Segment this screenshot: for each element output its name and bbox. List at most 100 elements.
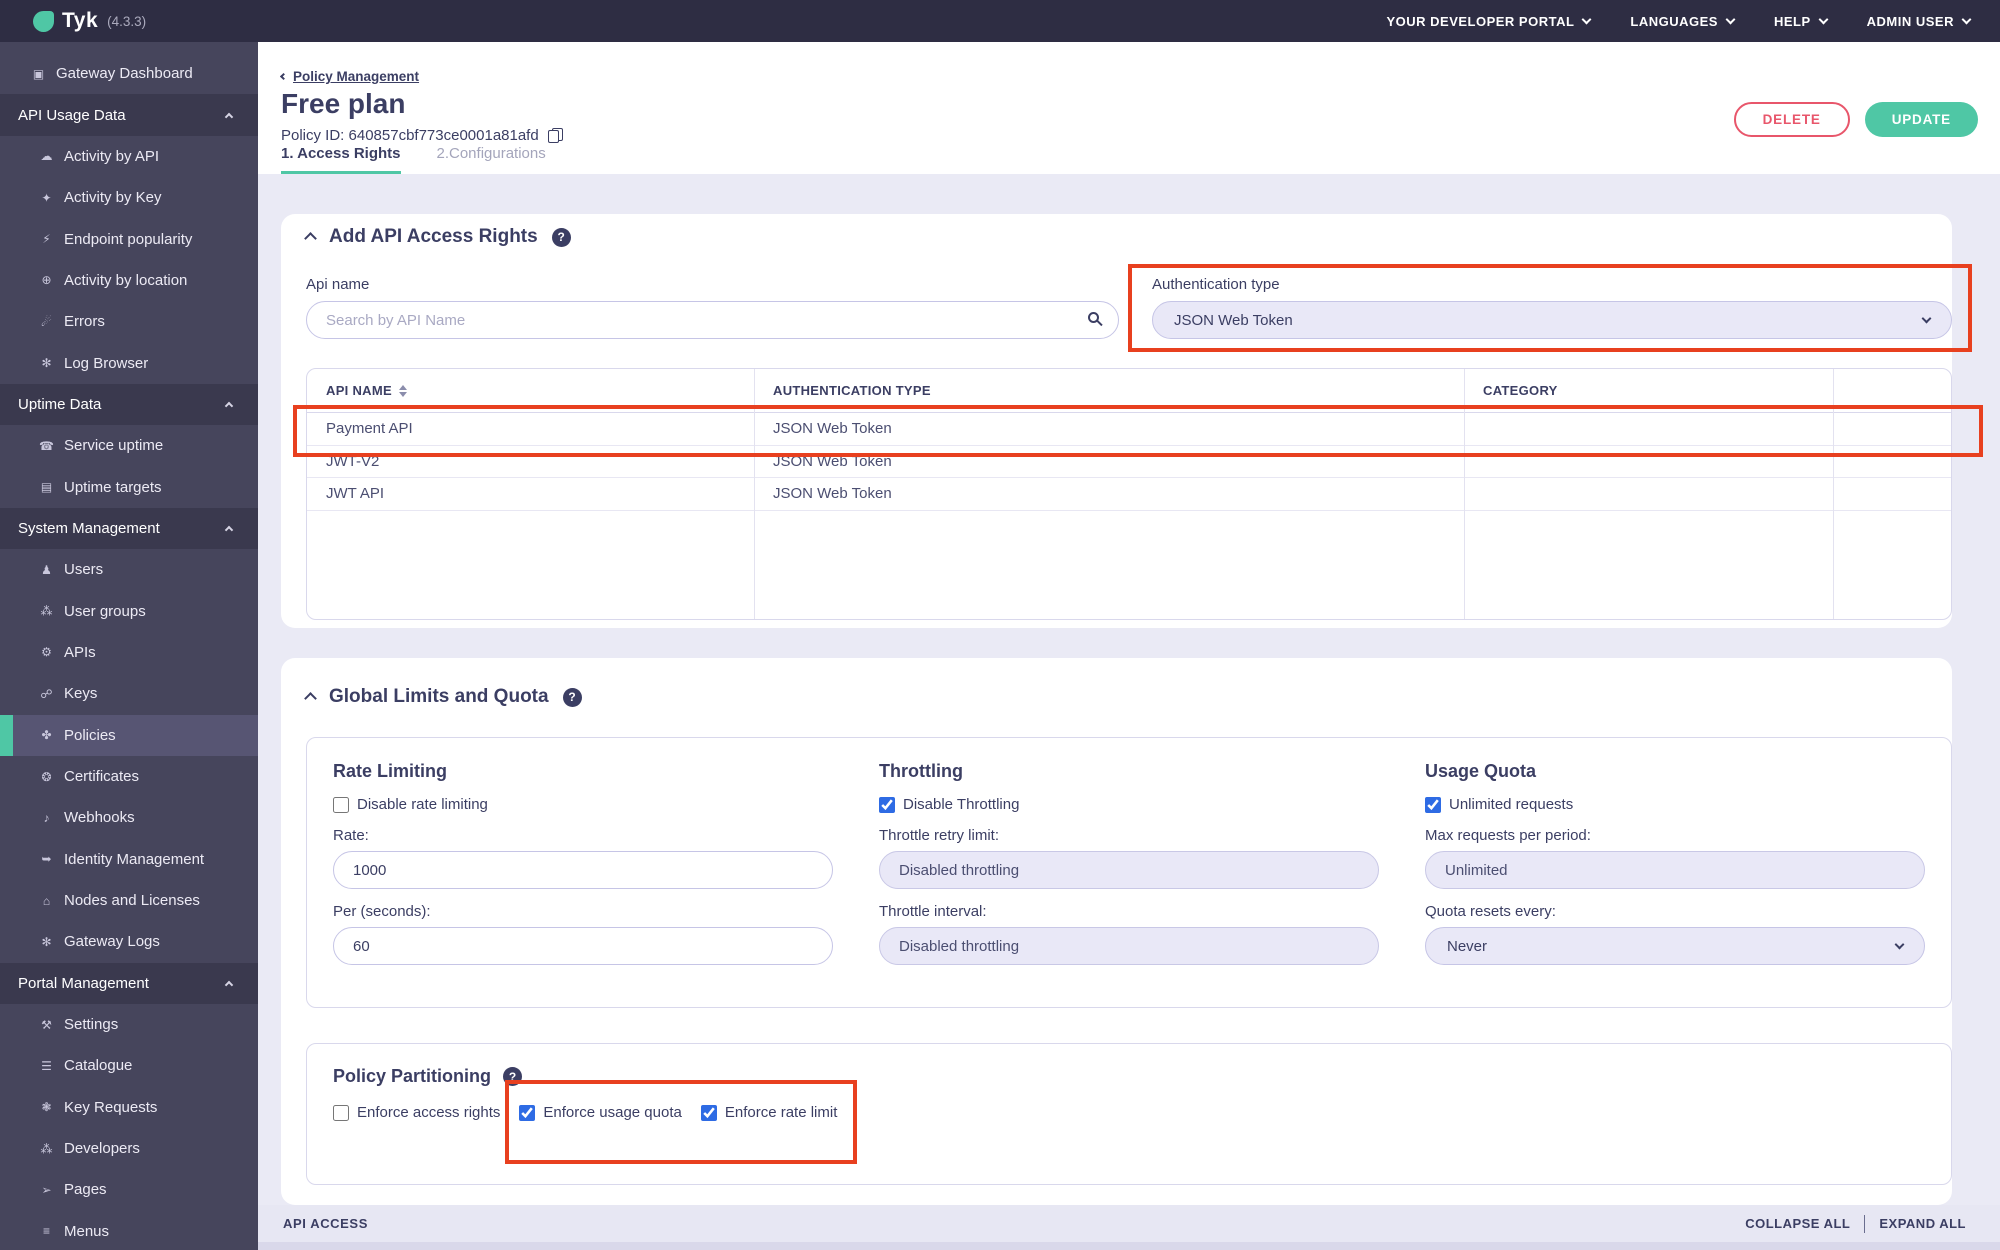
- sidebar-item-endpoint-popularity[interactable]: ⚡ Endpoint popularity: [0, 218, 258, 259]
- api-search: [306, 301, 1119, 339]
- sidebar-item-label: Webhooks: [64, 809, 135, 827]
- rate-input[interactable]: [333, 851, 833, 889]
- menu-label: LANGUAGES: [1630, 13, 1718, 29]
- identity-icon: ➥: [41, 852, 52, 867]
- sidebar-item-label: Service uptime: [64, 437, 164, 455]
- badge-icon: ✤: [41, 728, 52, 743]
- header-menu-admin-user[interactable]: ADMIN USER: [1867, 14, 1972, 29]
- sidebar-item-menus[interactable]: ≡ Menus: [0, 1211, 258, 1250]
- chevron-down-icon: [1818, 14, 1829, 25]
- partition-checkboxes: Enforce access rights Enforce usage quota…: [333, 1104, 1951, 1121]
- table-header: API NAME AUTHENTICATION TYPE CATEGORY: [307, 369, 1951, 413]
- api-search-input[interactable]: [306, 301, 1119, 339]
- checkbox-label: Enforce access rights: [357, 1104, 501, 1121]
- rate-label: Rate:: [333, 827, 369, 844]
- sidebar-item-gateway-logs[interactable]: ✻ Gateway Logs: [0, 921, 258, 962]
- copy-icon[interactable]: [547, 128, 563, 143]
- search-icon[interactable]: [1088, 312, 1099, 323]
- sidebar-item-label: Activity by location: [64, 271, 188, 289]
- sidebar-item-label: Gateway Dashboard: [56, 65, 193, 83]
- checkbox-input[interactable]: [879, 796, 895, 813]
- help-icon[interactable]: ?: [503, 1067, 523, 1086]
- sidebar-section-api-usage-data[interactable]: API Usage Data: [0, 94, 258, 136]
- sidebar-item-activity-by-key[interactable]: ✦ Activity by Key: [0, 177, 258, 218]
- sidebar-item-errors[interactable]: ☄ Errors: [0, 301, 258, 342]
- sidebar-item-uptime-targets[interactable]: ▤ Uptime targets: [0, 466, 258, 507]
- sidebar-item-catalogue[interactable]: ☰ Catalogue: [0, 1045, 258, 1086]
- sidebar-section-system-management[interactable]: System Management: [0, 507, 258, 550]
- collapse-chevron-icon[interactable]: [304, 232, 317, 245]
- sidebar-item-webhooks[interactable]: ♪ Webhooks: [0, 797, 258, 838]
- breadcrumb[interactable]: Policy Management: [279, 69, 419, 84]
- help-icon[interactable]: ?: [562, 687, 582, 707]
- sidebar-item-service-uptime[interactable]: ☎ Service uptime: [0, 425, 258, 466]
- chevron-up-icon: [224, 525, 234, 535]
- sidebar-item-activity-by-location[interactable]: ⊕ Activity by location: [0, 260, 258, 301]
- sidebar-item-settings[interactable]: ⚒ Settings: [0, 1004, 258, 1045]
- phone-icon: ☎: [39, 438, 54, 453]
- auth-type-select[interactable]: JSON Web Token: [1152, 301, 1952, 339]
- help-icon[interactable]: ?: [551, 227, 571, 247]
- checkbox-label: Disable rate limiting: [357, 796, 488, 813]
- expand-all-button[interactable]: EXPAND ALL: [1879, 1216, 1966, 1231]
- main-content: Policy Management Free plan Policy ID: 6…: [258, 42, 2000, 1250]
- update-button[interactable]: UPDATE: [1864, 102, 1978, 137]
- header-menu-your-developer-portal[interactable]: YOUR DEVELOPER PORTAL: [1386, 13, 1592, 29]
- table-row-jwt-v2[interactable]: JWT-V2 JSON Web Token: [307, 446, 1951, 478]
- collapse-all-button[interactable]: COLLAPSE ALL: [1745, 1216, 1850, 1231]
- sidebar-item-user-groups[interactable]: ⁂ User groups: [0, 590, 258, 631]
- checkbox-enforce-access-rights[interactable]: Enforce access rights: [333, 1104, 500, 1121]
- disable-throttling-checkbox[interactable]: Disable Throttling: [879, 796, 1379, 813]
- table-cell: JWT-V2: [326, 452, 380, 470]
- sidebar-item-certificates[interactable]: ❂ Certificates: [0, 756, 258, 797]
- collapse-chevron-icon[interactable]: [304, 692, 317, 705]
- unlimited-requests-checkbox[interactable]: Unlimited requests: [1425, 796, 1925, 813]
- sidebar-item-apis[interactable]: ⚙ APIs: [0, 632, 258, 673]
- disable-rate-limiting-checkbox[interactable]: Disable rate limiting: [333, 796, 833, 813]
- cloud-icon: ☁: [40, 149, 53, 164]
- tab-configurations[interactable]: 2.Configurations: [437, 145, 546, 174]
- tab-access-rights[interactable]: 1. Access Rights: [281, 145, 401, 174]
- sidebar-item-label: User groups: [64, 602, 146, 620]
- header-menu-help[interactable]: HELP: [1774, 14, 1829, 29]
- checkbox-input[interactable]: [333, 1104, 349, 1121]
- quota-resets-select[interactable]: Never: [1425, 927, 1925, 965]
- bottom-bar-actions: COLLAPSE ALL EXPAND ALL: [1745, 1214, 1966, 1233]
- sidebar-item-activity-by-api[interactable]: ☁ Activity by API: [0, 136, 258, 177]
- section-heading: Add API Access Rights: [329, 226, 538, 247]
- checkbox-enforce-rate-limit[interactable]: Enforce rate limit: [700, 1104, 837, 1121]
- menu-label: YOUR DEVELOPER PORTAL: [1386, 13, 1575, 29]
- sidebar-section-portal-management[interactable]: Portal Management: [0, 962, 258, 1004]
- checkbox-input[interactable]: [1425, 796, 1441, 813]
- sidebar-item-key-requests[interactable]: ❃ Key Requests: [0, 1087, 258, 1128]
- sidebar-item-users[interactable]: ♟ Users: [0, 549, 258, 590]
- sort-icon[interactable]: [398, 384, 407, 397]
- sidebar-item-keys[interactable]: ☍ Keys: [0, 673, 258, 714]
- policy-id-label: Policy ID: 640857cbf773ce0001a81afd: [281, 127, 539, 144]
- sidebar-section-uptime-data[interactable]: Uptime Data: [0, 383, 258, 426]
- table-row-payment-api[interactable]: Payment API JSON Web Token: [307, 413, 1951, 446]
- per-seconds-input[interactable]: [333, 927, 833, 965]
- column-divider: [1464, 369, 1465, 619]
- auth-type-label: Authentication type: [1152, 276, 1280, 293]
- sidebar-item-log-browser[interactable]: ✻ Log Browser: [0, 342, 258, 383]
- checkbox-enforce-usage-quota[interactable]: Enforce usage quota: [519, 1104, 682, 1121]
- checkbox-input[interactable]: [333, 796, 349, 813]
- column-header-api-name[interactable]: API NAME: [307, 369, 754, 412]
- sidebar-item-gateway-dashboard[interactable]: ▣ Gateway Dashboard: [0, 53, 258, 94]
- sidebar-item-pages[interactable]: ➢ Pages: [0, 1169, 258, 1210]
- checkbox-input[interactable]: [519, 1104, 536, 1121]
- policy-id: Policy ID: 640857cbf773ce0001a81afd: [281, 127, 563, 144]
- section-label: API Usage Data: [18, 106, 126, 124]
- sidebar-item-label: Errors: [64, 313, 105, 331]
- sidebar-item-identity-management[interactable]: ➥ Identity Management: [0, 839, 258, 880]
- sidebar-item-policies[interactable]: ✤ Policies: [0, 714, 258, 757]
- checkbox-input[interactable]: [700, 1104, 717, 1121]
- api-access-section-label[interactable]: API ACCESS: [283, 1216, 368, 1231]
- header-menu-languages[interactable]: LANGUAGES: [1630, 13, 1736, 29]
- sidebar-item-developers[interactable]: ⁂ Developers: [0, 1128, 258, 1169]
- sidebar-item-nodes-and-licenses[interactable]: ⌂ Nodes and Licenses: [0, 880, 258, 921]
- delete-button[interactable]: DELETE: [1733, 102, 1850, 137]
- table-row-jwt-api[interactable]: JWT API JSON Web Token: [307, 478, 1951, 511]
- sidebar-item-label: Menus: [64, 1222, 110, 1240]
